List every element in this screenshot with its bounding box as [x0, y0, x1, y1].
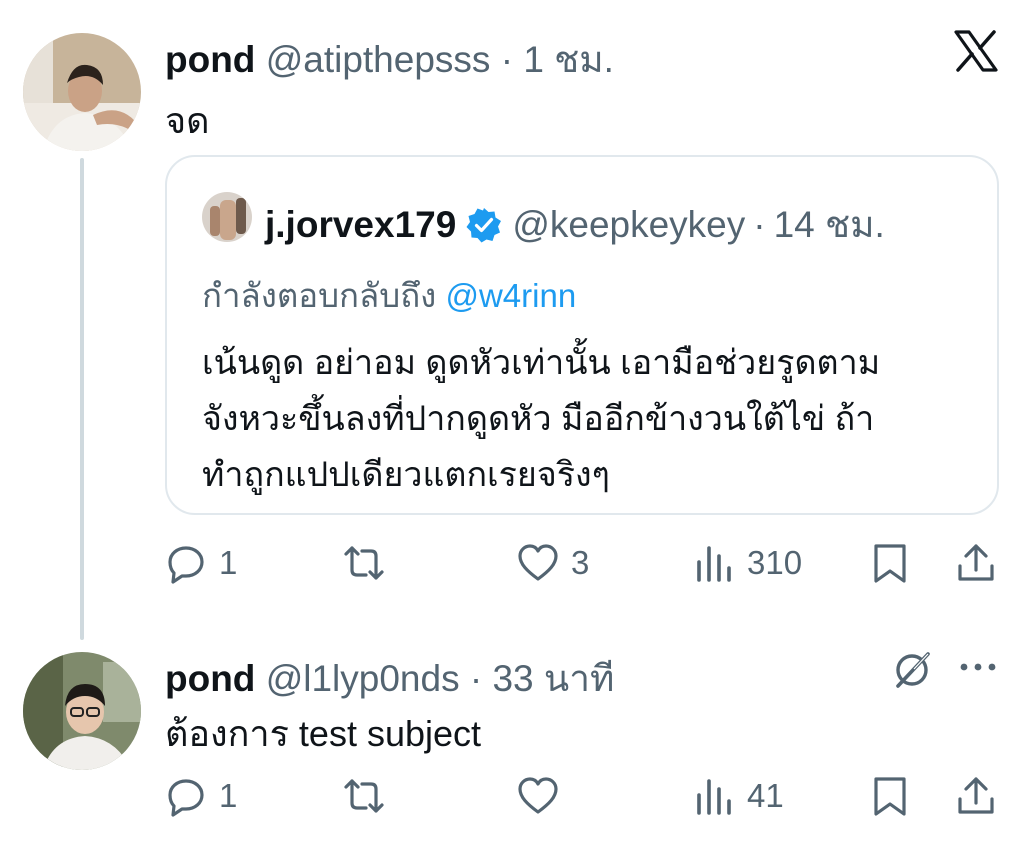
replying-to-label: กำลังตอบกลับถึง	[202, 277, 437, 314]
views-count: 310	[747, 544, 803, 581]
quoted-post-header: j.jorvex179 @keepkeykey · 14 ชม.	[265, 195, 885, 254]
quoted-avatar[interactable]	[202, 192, 252, 242]
display-name[interactable]: pond	[165, 39, 255, 80]
share-icon	[958, 544, 994, 581]
quoted-post-card[interactable]: j.jorvex179 @keepkeykey · 14 ชม. กำลังตอ…	[165, 155, 999, 515]
grok-icon[interactable]	[890, 648, 934, 692]
quoted-text-line: เน้นดูด อย่าอม ดูดหัวเท่านั้น เอามือช่วย…	[202, 344, 881, 382]
thread-view: pond @atipthepsss · 1 ชม. จด j.jorvex179…	[0, 0, 1024, 850]
like-icon	[518, 544, 558, 581]
timestamp[interactable]: 1 ชม.	[523, 39, 614, 80]
quoted-handle[interactable]: @keepkeykey	[512, 204, 745, 246]
replying-to: กำลังตอบกลับถึง @w4rinn	[202, 269, 576, 322]
quoted-post-text: เน้นดูด อย่าอม ดูดหัวเท่านั้น เอามือช่วย…	[202, 335, 992, 503]
x-logo-icon	[954, 30, 998, 72]
quoted-display-name[interactable]: j.jorvex179	[265, 204, 456, 246]
retweet-button[interactable]	[343, 771, 397, 821]
views-icon	[697, 779, 731, 815]
views-count: 41	[747, 777, 784, 814]
views-icon	[697, 546, 731, 582]
replying-to-mention[interactable]: @w4rinn	[445, 277, 576, 314]
handle[interactable]: @atipthepsss	[266, 39, 491, 80]
post-header: pond @l1lyp0nds · 33 นาที	[165, 649, 614, 708]
like-button[interactable]	[517, 771, 571, 821]
post-text: ต้องการ test subject	[165, 713, 482, 754]
reply-icon	[168, 546, 204, 584]
reply-button[interactable]: 1	[165, 538, 237, 588]
retweet-icon	[344, 779, 384, 813]
share-icon	[958, 777, 994, 814]
post-header: pond @atipthepsss · 1 ชม.	[165, 30, 614, 89]
bookmark-button[interactable]	[869, 771, 911, 821]
views-button[interactable]: 41	[693, 771, 784, 821]
retweet-icon	[344, 546, 384, 580]
post-actions: 1 41	[165, 771, 1005, 821]
bookmark-button[interactable]	[869, 538, 911, 588]
separator: ·	[500, 39, 514, 80]
display-name[interactable]: pond	[165, 658, 255, 699]
reply-button[interactable]: 1	[165, 771, 237, 821]
handle[interactable]: @l1lyp0nds	[266, 658, 460, 699]
like-button[interactable]: 3	[517, 538, 589, 588]
like-icon	[518, 777, 558, 814]
avatar[interactable]	[23, 652, 141, 770]
views-button[interactable]: 310	[693, 538, 802, 588]
timestamp[interactable]: 33 นาที	[492, 658, 614, 699]
post-actions: 1 3 310	[165, 538, 1005, 588]
separator: ·	[469, 658, 483, 699]
quoted-text-line: ทำถูกแปปเดียวแตกเรยจริงๆ	[202, 456, 610, 494]
bookmark-icon	[874, 544, 906, 583]
bookmark-icon	[874, 777, 906, 816]
retweet-button[interactable]	[343, 538, 397, 588]
post-text: จด	[165, 100, 210, 141]
reply-count: 1	[219, 544, 238, 581]
separator: ·	[753, 203, 766, 245]
verified-badge-icon	[466, 207, 502, 242]
reply-icon	[168, 779, 204, 817]
quoted-timestamp[interactable]: 14 ชม.	[774, 195, 885, 254]
share-button[interactable]	[955, 771, 997, 821]
like-count: 3	[571, 544, 590, 581]
more-icon[interactable]	[958, 652, 998, 682]
share-button[interactable]	[955, 538, 997, 588]
quoted-text-line: จังหวะขึ้นลงที่ปากดูดหัว มืออีกข้างวนใต้…	[202, 400, 875, 438]
avatar[interactable]	[23, 33, 141, 151]
reply-count: 1	[219, 777, 238, 814]
thread-connector-line	[80, 158, 84, 640]
